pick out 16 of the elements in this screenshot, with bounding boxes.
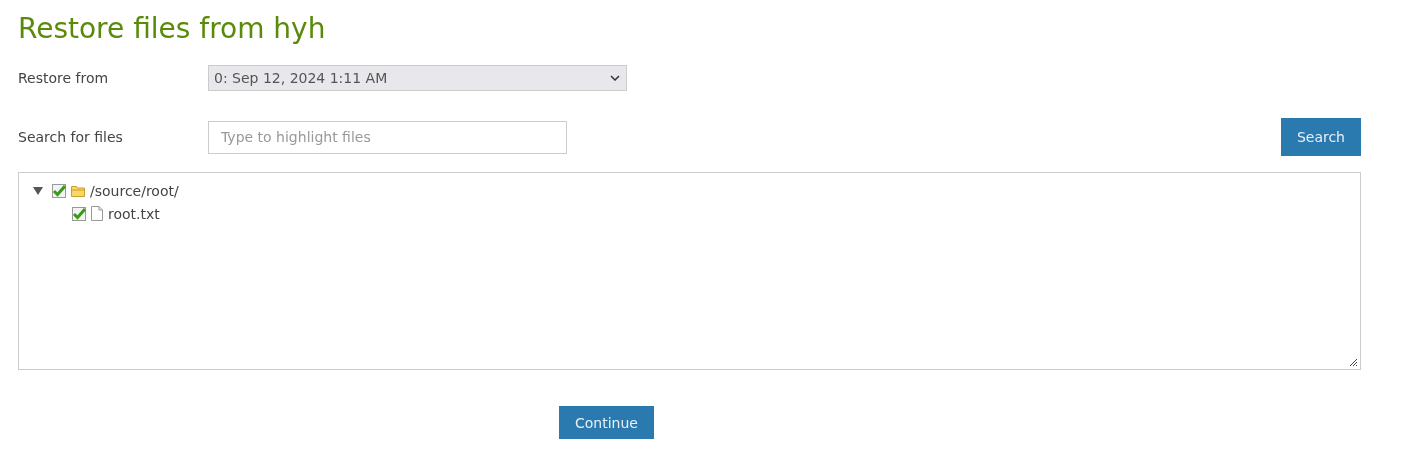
chevron-down-icon bbox=[610, 75, 620, 81]
resize-grip-icon[interactable] bbox=[1349, 358, 1357, 366]
search-button[interactable]: Search bbox=[1280, 118, 1361, 156]
checkbox[interactable] bbox=[52, 183, 66, 198]
expand-triangle-icon[interactable] bbox=[33, 186, 43, 195]
continue-button[interactable]: Continue bbox=[559, 406, 654, 439]
folder-name[interactable]: /source/root/ bbox=[90, 182, 179, 199]
search-field[interactable]: Type to highlight files bbox=[208, 120, 567, 154]
search-label: Search for files bbox=[18, 129, 124, 145]
folder-icon bbox=[71, 184, 85, 197]
checkbox[interactable] bbox=[72, 206, 86, 221]
page-title: Restore files from hyh bbox=[18, 12, 327, 47]
file-icon bbox=[91, 206, 103, 221]
snapshot-dropdown[interactable]: 0: Sep 12, 2024 1:11 AM bbox=[208, 65, 627, 91]
file-name[interactable]: root.txt bbox=[108, 205, 160, 222]
restore-from-label: Restore from bbox=[18, 70, 110, 86]
